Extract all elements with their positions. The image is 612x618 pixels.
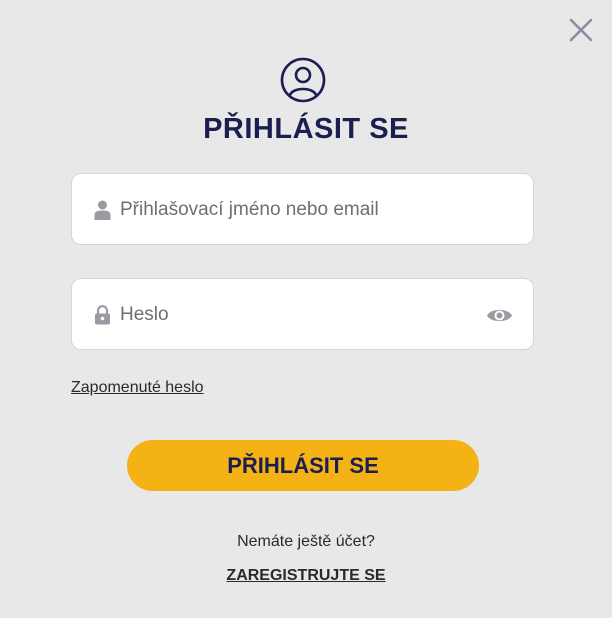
close-button[interactable] — [566, 15, 596, 45]
user-circle-icon — [280, 57, 326, 103]
register-row: ZAREGISTRUJTE SE — [0, 567, 612, 585]
password-input[interactable] — [120, 279, 480, 351]
lock-icon — [95, 305, 110, 325]
eye-icon[interactable] — [486, 306, 513, 325]
close-icon[interactable] — [566, 15, 596, 45]
dialog-title: PŘIHLÁSIT SE — [203, 113, 409, 145]
login-button[interactable]: PŘIHLÁSIT SE — [127, 440, 479, 491]
register-link[interactable]: ZAREGISTRUJTE SE — [226, 567, 385, 584]
forgot-password-link[interactable]: Zapomenuté heslo — [71, 379, 204, 397]
no-account-text: Nemáte ještě účet? — [237, 533, 375, 550]
person-icon — [94, 200, 111, 220]
username-field[interactable] — [71, 173, 534, 246]
username-input[interactable] — [120, 174, 480, 246]
password-field[interactable] — [71, 278, 534, 351]
